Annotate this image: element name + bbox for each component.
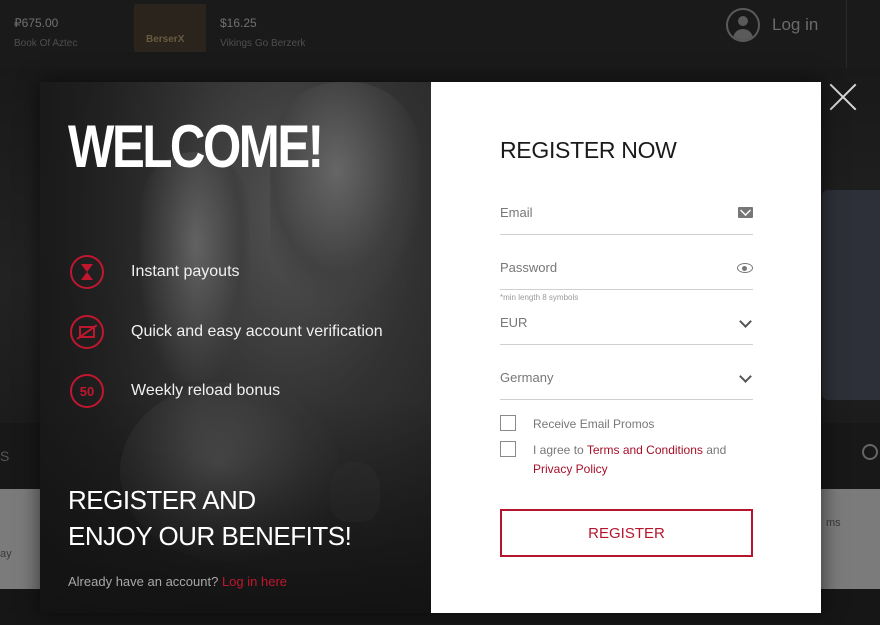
recent-win-item: ₽675.00 Book Of Aztec xyxy=(14,16,77,49)
search-icon[interactable] xyxy=(862,444,878,460)
country-value: Germany xyxy=(500,370,554,385)
thumb-label: BerserX xyxy=(146,34,185,45)
header-login-button[interactable]: Log in xyxy=(726,8,818,42)
register-modal: WELCOME! Instant payouts Quick and easy … xyxy=(40,82,821,613)
benefit-item: Instant payouts xyxy=(70,255,240,289)
id-card-icon xyxy=(70,315,104,349)
benefit-label: Quick and easy account verification xyxy=(131,323,383,340)
terms-link[interactable]: Terms and Conditions xyxy=(587,443,703,457)
recent-win-item: $16.25 Vikings Go Berzerk xyxy=(220,16,305,49)
password-field[interactable]: Password xyxy=(500,250,753,290)
promo-checkbox[interactable] xyxy=(500,415,516,431)
terms-and: and xyxy=(702,443,727,457)
win-game: Vikings Go Berzerk xyxy=(220,38,306,49)
country-select[interactable]: Germany xyxy=(500,360,753,400)
avatar-icon xyxy=(726,8,760,42)
email-field[interactable]: Email xyxy=(500,195,753,235)
terms-prefix: I agree to xyxy=(533,443,587,457)
password-hint: *min length 8 symbols xyxy=(500,293,579,302)
page: ₽675.00 Book Of Aztec BerserX $16.25 Vik… xyxy=(0,0,880,625)
promo-checkbox-row: Receive Email Promos xyxy=(500,415,654,434)
eye-icon[interactable] xyxy=(737,262,753,273)
site-header: ₽675.00 Book Of Aztec BerserX $16.25 Vik… xyxy=(0,0,880,68)
chevron-down-icon xyxy=(739,370,753,383)
privacy-link[interactable]: Privacy Policy xyxy=(533,462,608,476)
welcome-title: WELCOME! xyxy=(68,113,324,180)
terms-checkbox-label: I agree to Terms and Conditions and Priva… xyxy=(533,441,726,479)
already-label: Already have an account? xyxy=(68,574,219,589)
welcome-panel: WELCOME! Instant payouts Quick and easy … xyxy=(40,82,431,613)
password-label: Password xyxy=(500,260,558,275)
background-game-art xyxy=(822,190,880,400)
badge-50-icon: 50 xyxy=(70,374,104,408)
form-title: REGISTER NOW xyxy=(500,137,677,163)
content-fragment: ms xyxy=(826,517,841,529)
terms-checkbox[interactable] xyxy=(500,441,516,457)
benefit-item: Quick and easy account verification xyxy=(70,315,383,349)
benefit-item: 50 Weekly reload bonus xyxy=(70,374,280,408)
register-form-panel: REGISTER NOW Email Password *min length … xyxy=(431,82,821,613)
benefit-label: Weekly reload bonus xyxy=(131,382,281,399)
game-thumbnail[interactable]: BerserX xyxy=(134,4,206,52)
win-amount: $16.25 xyxy=(220,16,257,30)
chevron-down-icon xyxy=(739,315,753,328)
benefit-label: Instant payouts xyxy=(131,263,240,280)
email-label: Email xyxy=(500,205,533,220)
win-game: Book Of Aztec xyxy=(14,38,78,49)
content-fragment: ay xyxy=(0,548,12,560)
header-login-label: Log in xyxy=(772,15,819,34)
currency-value: EUR xyxy=(500,315,528,330)
promo-line: ENJOY OUR BENEFITS! xyxy=(68,521,352,551)
promo-line: REGISTER AND xyxy=(68,485,256,515)
nav-fragment: S xyxy=(0,448,10,464)
close-icon[interactable] xyxy=(826,80,860,114)
currency-select[interactable]: EUR xyxy=(500,305,753,345)
login-link[interactable]: Log in here xyxy=(222,574,287,589)
already-account-text: Already have an account? Log in here xyxy=(68,574,287,589)
terms-checkbox-row: I agree to Terms and Conditions and Priva… xyxy=(500,441,740,479)
hourglass-icon xyxy=(70,255,104,289)
promo-checkbox-label: Receive Email Promos xyxy=(533,417,655,431)
register-promo-heading: REGISTER AND ENJOY OUR BENEFITS! xyxy=(68,482,352,554)
mail-icon xyxy=(738,207,753,218)
header-divider xyxy=(846,0,847,68)
win-amount: ₽675.00 xyxy=(14,16,59,30)
register-button[interactable]: REGISTER xyxy=(500,509,753,557)
